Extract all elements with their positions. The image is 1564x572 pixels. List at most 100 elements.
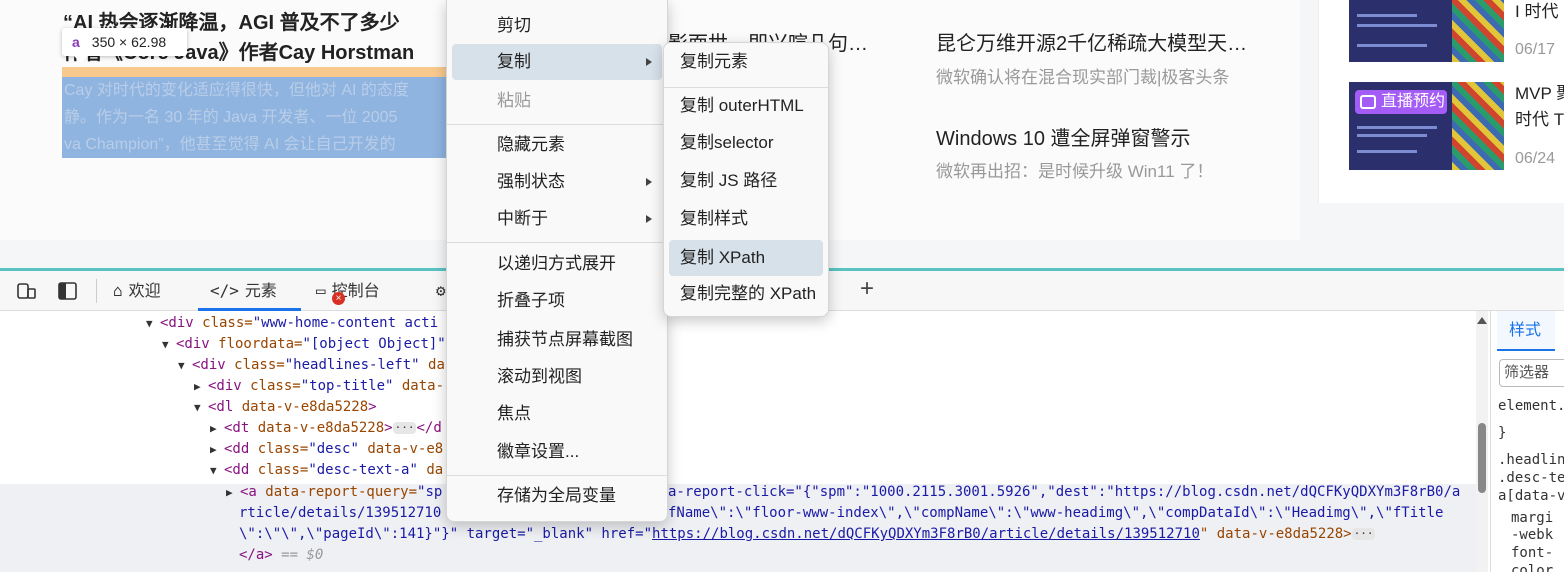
element-highlight-padding	[62, 67, 447, 77]
style-prop[interactable]: font-	[1511, 545, 1553, 561]
collapse-triangle-icon[interactable]: ▼	[178, 355, 192, 376]
scrollbar-thumb[interactable]	[1478, 423, 1486, 493]
dom-node[interactable]: ▶ <div class="top-title" data-	[194, 376, 444, 397]
expand-triangle-icon[interactable]: ▶	[194, 376, 208, 397]
dom-attr-fragment: rticle/details/139512710	[239, 505, 442, 521]
inspect-tooltip: a 350 × 62.98	[62, 28, 187, 56]
menu-item-scroll-into-view[interactable]: 滚动到视图	[452, 359, 662, 395]
menu-item-force-state[interactable]: 强制状态	[452, 164, 662, 200]
context-menu: 剪切 复制 粘贴 隐藏元素 强制状态 中断于 以递归方式展开 折叠子项 捕获节点…	[446, 0, 668, 522]
menu-item-expand-recursively[interactable]: 以递归方式展开	[452, 246, 662, 282]
dom-node[interactable]: ▼ <dd class="desc-text-a" da	[210, 460, 443, 481]
dom-node[interactable]: ▼ <div class="www-home-content acti	[146, 313, 438, 334]
expand-triangle-icon[interactable]: ▶	[226, 482, 240, 503]
style-rule: a[data-v	[1498, 488, 1564, 504]
collapse-triangle-icon[interactable]: ▼	[146, 313, 160, 334]
home-icon: ⌂	[113, 281, 123, 300]
collapse-triangle-icon[interactable]: ▼	[210, 460, 224, 481]
dom-tree: ▼ <div class="www-home-content acti ▼ <div…	[0, 311, 1476, 572]
dom-node[interactable]: ▶ <dd class="desc" data-v-e8	[210, 439, 443, 460]
expand-triangle-icon[interactable]: ▶	[210, 418, 224, 439]
tab-console[interactable]: ▭ 控制台	[316, 271, 380, 311]
tab-label: 欢迎	[128, 283, 161, 300]
ellipsis-button[interactable]: ···	[1351, 528, 1376, 540]
menu-item-collapse-children[interactable]: 折叠子项	[452, 283, 662, 319]
dom-attr-fragment: \":\"\",\"pageId\":141}"}" target="_blan…	[239, 526, 1376, 542]
menu-item-copy[interactable]: 复制	[452, 44, 662, 80]
dom-node-close: </a> == $0	[239, 547, 324, 563]
menu-item-focus[interactable]: 焦点	[452, 396, 662, 432]
menu-separator	[447, 242, 667, 243]
event-thumbnail[interactable]: 直播预约	[1349, 82, 1504, 170]
event-title[interactable]: MVP 聚	[1515, 82, 1564, 106]
event-date: 06/24	[1515, 150, 1556, 167]
style-rule: element.	[1498, 398, 1564, 414]
badge-label: 直播预约	[1381, 93, 1446, 110]
menu-separator	[447, 124, 667, 125]
dock-sidebar-icon[interactable]	[58, 282, 78, 300]
dom-node[interactable]: ▶ <dt data-v-e8da5228> ··· </d	[210, 418, 442, 439]
style-prop[interactable]: -webk	[1511, 527, 1553, 543]
menu-item-paste: 粘贴	[497, 91, 531, 110]
menu-item-capture-node-screenshot[interactable]: 捕获节点屏幕截图	[452, 322, 662, 358]
menu-item-copy-element[interactable]: 复制元素	[669, 44, 823, 80]
tab-styles[interactable]: 样式	[1497, 311, 1556, 351]
live-reservation-badge: 直播预约	[1355, 90, 1447, 114]
dom-scrollbar[interactable]	[1476, 311, 1488, 572]
style-rule: .desc-te	[1498, 470, 1564, 486]
event-thumbnail[interactable]	[1349, 0, 1504, 62]
style-rule: }	[1498, 425, 1507, 441]
ellipsis-button[interactable]: ···	[392, 422, 417, 434]
collapse-triangle-icon[interactable]: ▼	[194, 397, 208, 418]
dom-node[interactable]: ▼ <div class="headlines-left" da	[178, 355, 445, 376]
menu-item-label: 中断于	[497, 209, 548, 228]
copy-submenu: 复制元素 复制 outerHTML 复制selector 复制 JS 路径 复制…	[663, 42, 829, 317]
menu-item-copy-xpath[interactable]: 复制 XPath	[669, 240, 823, 276]
menu-item-copy-selector[interactable]: 复制selector	[669, 125, 823, 161]
event-title[interactable]: 时代 T	[1515, 108, 1564, 132]
inspect-device-icon[interactable]	[17, 282, 37, 300]
code-icon: </>	[210, 281, 239, 300]
tooltip-arrow	[74, 56, 88, 63]
menu-item-hide-element[interactable]: 隐藏元素	[452, 127, 662, 163]
styles-filter-input[interactable]: 筛选器	[1499, 359, 1564, 387]
news-title[interactable]: 昆仑万维开源2千亿稀疏大模型天…	[936, 27, 1247, 56]
toolbar-divider	[96, 279, 97, 303]
news-subtitle[interactable]: 微软再出招：是时候升级 Win11 了！	[936, 157, 1213, 182]
href-link[interactable]: https://blog.csdn.net/dQCFKyQDXYm3F8rB0/…	[652, 526, 1200, 542]
expand-triangle-icon[interactable]: ▶	[210, 439, 224, 460]
styles-pane: 样式 筛选器 element. } .headlin .desc-te a[da…	[1490, 311, 1564, 572]
collapse-triangle-icon[interactable]: ▼	[162, 334, 176, 355]
menu-item-copy-full-xpath[interactable]: 复制完整的 XPath	[669, 276, 823, 312]
error-badge-icon: ×	[332, 292, 345, 305]
submenu-arrow-icon	[646, 178, 652, 186]
menu-separator	[447, 475, 667, 476]
menu-item-copy-outerhtml[interactable]: 复制 outerHTML	[669, 88, 823, 124]
add-tool-button[interactable]: +	[860, 275, 874, 303]
menu-item-badge-settings[interactable]: 徽章设置...	[452, 434, 662, 470]
tab-elements[interactable]: </> 元素	[198, 271, 301, 311]
style-prop[interactable]: margi	[1511, 510, 1553, 526]
desc-line: va Champion”，他甚至觉得 AI 会让自己开发的	[64, 136, 396, 153]
event-title[interactable]: I 时代	[1515, 0, 1558, 24]
scroll-up-icon[interactable]	[1477, 317, 1487, 324]
submenu-arrow-icon	[646, 58, 652, 66]
tab-welcome[interactable]: ⌂ 欢迎	[113, 271, 161, 311]
menu-item-copy-styles[interactable]: 复制样式	[669, 201, 823, 237]
menu-item-break-on[interactable]: 中断于	[452, 201, 662, 237]
style-prop[interactable]: color	[1511, 563, 1553, 572]
tv-icon	[1360, 95, 1376, 109]
submenu-arrow-icon	[646, 215, 652, 223]
headline-description[interactable]: Cay 对时代的变化适应得很快，但他对 AI 的态度 静。作为一名 30 年的 …	[64, 77, 447, 158]
news-subtitle[interactable]: 微软确认将在混合现实部门裁|极客头条	[936, 63, 1229, 88]
selected-dom-node[interactable]: ▶ <a data-report-query="sp	[226, 482, 442, 503]
menu-item-store-as-global[interactable]: 存储为全局变量	[452, 478, 662, 514]
menu-item-cut[interactable]: 剪切	[452, 8, 662, 44]
tab-label: 元素	[244, 283, 277, 300]
dom-node[interactable]: ▼ <dl data-v-e8da5228>	[194, 397, 377, 418]
dom-node[interactable]: ▼ <div floordata="[object Object]"	[162, 334, 446, 355]
tooltip-tag: a	[72, 34, 80, 50]
menu-item-copy-js-path[interactable]: 复制 JS 路径	[669, 163, 823, 199]
style-rule: .headlin	[1498, 452, 1564, 468]
news-title[interactable]: Windows 10 遭全屏弹窗警示	[936, 122, 1191, 151]
